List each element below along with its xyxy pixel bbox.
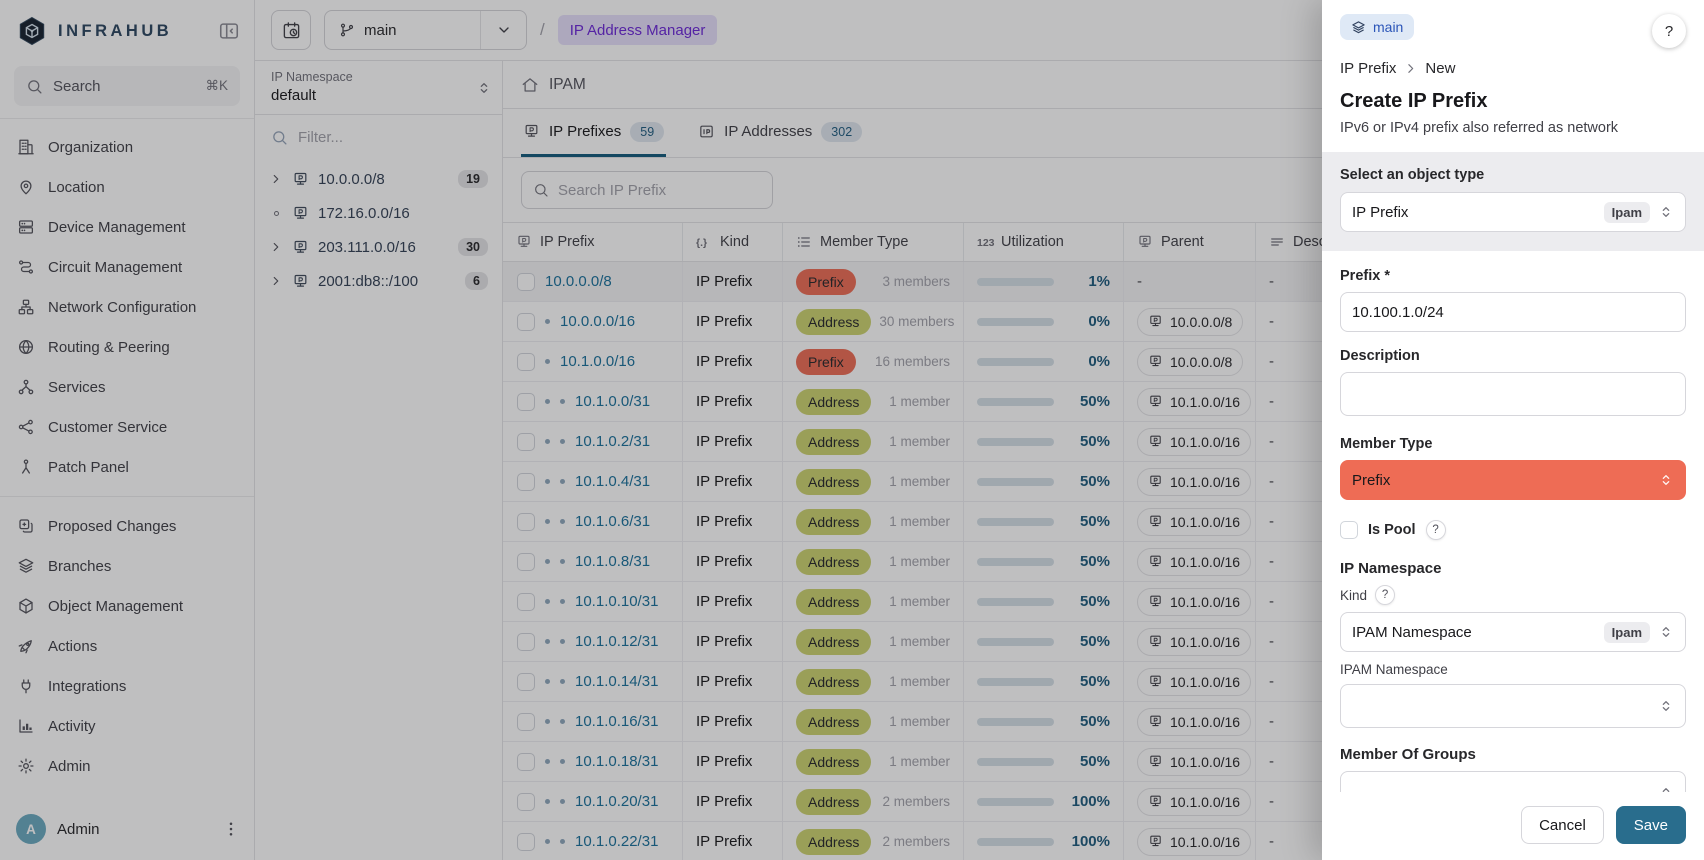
save-button[interactable]: Save (1616, 806, 1686, 844)
chevrons-up-down-icon (1658, 624, 1674, 640)
create-ip-prefix-drawer: main ? IP Prefix New Create IP Prefix IP… (1322, 0, 1704, 860)
branch-badge-label: main (1373, 19, 1403, 35)
is-pool-help-icon[interactable]: ? (1426, 520, 1446, 540)
cancel-button[interactable]: Cancel (1521, 806, 1604, 844)
prefix-input[interactable] (1340, 292, 1686, 332)
drawer-breadcrumb: IP Prefix New (1340, 60, 1686, 77)
object-type-label: Select an object type (1340, 167, 1686, 183)
description-label: Description (1340, 348, 1686, 364)
drawer-title: Create IP Prefix (1340, 90, 1686, 113)
description-input[interactable] (1340, 372, 1686, 416)
object-type-value: IP Prefix (1352, 204, 1596, 221)
help-button[interactable]: ? (1652, 14, 1686, 48)
kind-badge: Ipam (1604, 622, 1650, 643)
kind-label: Kind (1340, 588, 1367, 603)
is-pool-row: Is Pool ? (1340, 520, 1686, 540)
object-type-kind-badge: Ipam (1604, 202, 1650, 223)
chevrons-up-down-icon (1658, 472, 1674, 488)
layers-icon (1351, 20, 1366, 35)
member-of-groups-select[interactable] (1340, 771, 1686, 792)
drawer-subtitle: IPv6 or IPv4 prefix also referred as net… (1340, 120, 1686, 136)
chevron-right-icon (1404, 62, 1417, 75)
ip-namespace-section-title: IP Namespace (1340, 560, 1686, 577)
app-root: INFRAHUB Search ⌘K OrganizationLocationD… (0, 0, 1704, 860)
kind-row: Kind ? (1340, 585, 1686, 605)
kind-select[interactable]: IPAM Namespace Ipam (1340, 612, 1686, 652)
member-type-select[interactable]: Prefix (1340, 460, 1686, 500)
chevrons-up-down-icon (1658, 698, 1674, 714)
is-pool-checkbox[interactable] (1340, 521, 1358, 539)
breadcrumb-item[interactable]: IP Prefix (1340, 60, 1396, 77)
prefix-label: Prefix * (1340, 268, 1686, 284)
object-type-section: Select an object type IP Prefix Ipam (1322, 152, 1704, 251)
drawer-header: main ? IP Prefix New Create IP Prefix IP… (1322, 0, 1704, 152)
breadcrumb-item: New (1425, 60, 1455, 77)
object-type-select[interactable]: IP Prefix Ipam (1340, 192, 1686, 232)
ipam-namespace-label: IPAM Namespace (1340, 662, 1686, 677)
chevrons-up-down-icon (1658, 785, 1674, 792)
chevrons-up-down-icon (1658, 204, 1674, 220)
kind-help-icon[interactable]: ? (1375, 585, 1395, 605)
member-of-groups-label: Member Of Groups (1340, 746, 1686, 763)
member-type-label: Member Type (1340, 436, 1686, 452)
ipam-namespace-select[interactable] (1340, 684, 1686, 728)
member-type-value: Prefix (1352, 472, 1650, 489)
branch-badge[interactable]: main (1340, 14, 1414, 40)
is-pool-label: Is Pool (1368, 522, 1416, 538)
drawer-form: Prefix * Description Member Type Prefix … (1322, 251, 1704, 792)
kind-value: IPAM Namespace (1352, 624, 1596, 641)
drawer-footer: Cancel Save (1322, 792, 1704, 860)
